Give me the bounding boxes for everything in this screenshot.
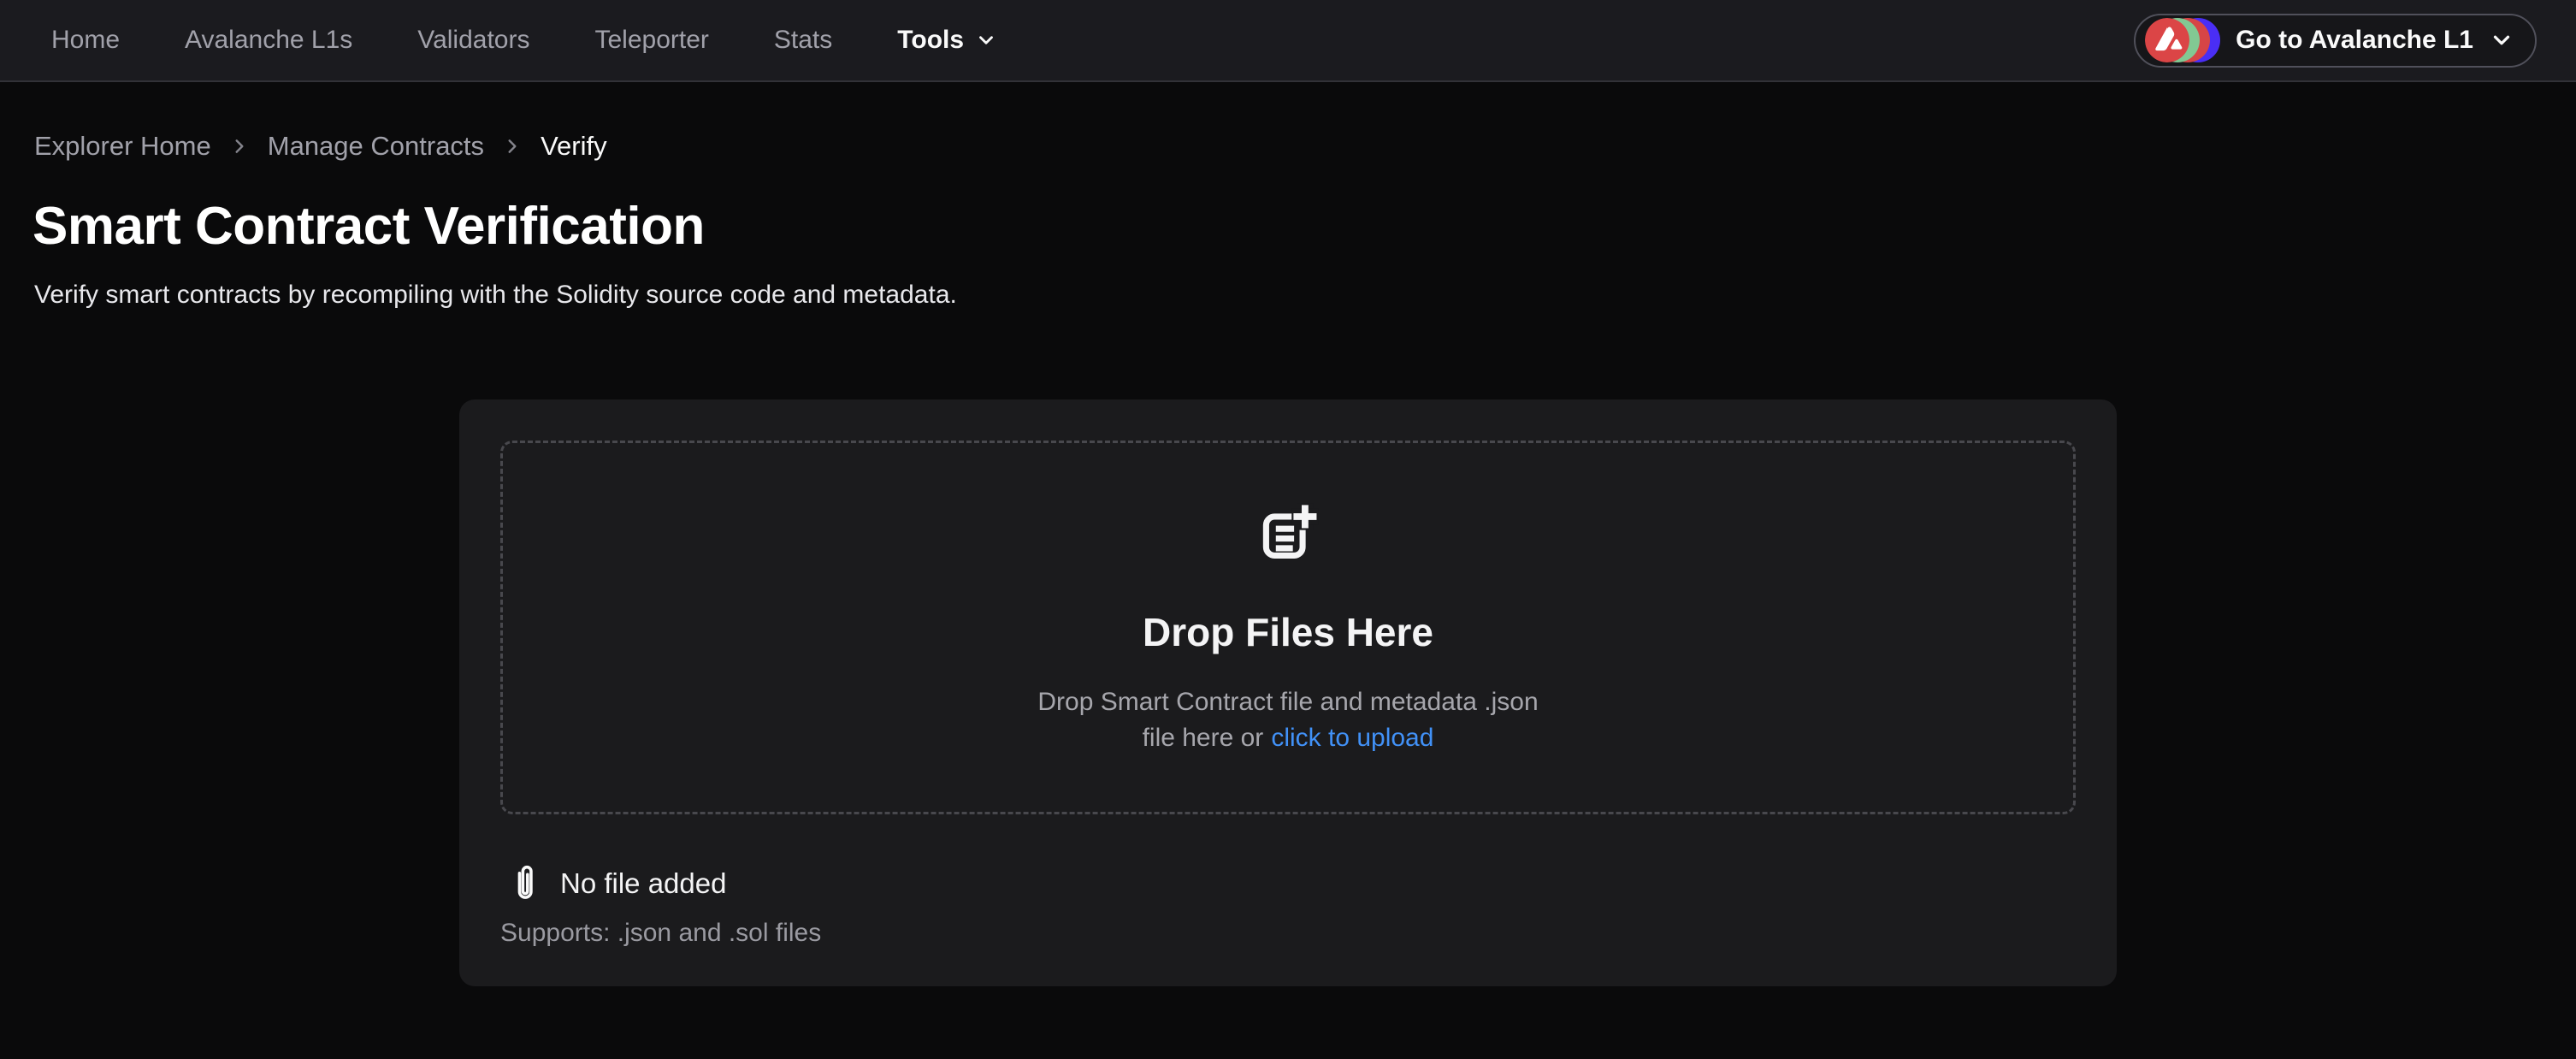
dropzone-description-line2: file here or click to upload: [1143, 720, 1434, 756]
nav-item-avalanche-l1s[interactable]: Avalanche L1s: [185, 26, 352, 55]
chevron-down-icon: [975, 29, 997, 51]
nav-tools-label: Tools: [897, 26, 964, 55]
chevron-right-icon: [503, 137, 522, 156]
dropzone-title: Drop Files Here: [1143, 609, 1433, 655]
nav-item-tools[interactable]: Tools: [897, 26, 997, 55]
chevron-down-icon: [2489, 27, 2514, 53]
supported-formats-text: Supports: .json and .sol files: [500, 919, 2076, 948]
file-status-label: No file added: [560, 867, 726, 900]
nav-item-home[interactable]: Home: [51, 26, 120, 55]
breadcrumb-current-verify: Verify: [541, 131, 607, 162]
breadcrumb-manage-contracts[interactable]: Manage Contracts: [268, 131, 484, 162]
go-to-avalanche-l1-button[interactable]: Go to Avalanche L1: [2134, 14, 2537, 68]
file-plus-icon: [1256, 500, 1320, 563]
page-subtitle: Verify smart contracts by recompiling wi…: [34, 280, 2576, 311]
dropzone-description-line1: Drop Smart Contract file and metadata .j…: [1037, 684, 1538, 720]
dropzone-line2-prefix: file here or: [1143, 720, 1264, 756]
click-to-upload-link[interactable]: click to upload: [1271, 720, 1433, 756]
nav-items: Home Avalanche L1s Validators Teleporter…: [51, 26, 997, 55]
avalanche-logo-stack: [2145, 18, 2220, 62]
nav-item-teleporter[interactable]: Teleporter: [594, 26, 708, 55]
file-dropzone[interactable]: Drop Files Here Drop Smart Contract file…: [500, 441, 2076, 814]
nav-item-validators[interactable]: Validators: [417, 26, 529, 55]
breadcrumb-explorer-home[interactable]: Explorer Home: [34, 131, 211, 162]
avalanche-logo-icon: [2145, 18, 2189, 62]
file-status-row: No file added: [500, 862, 2076, 905]
cta-label: Go to Avalanche L1: [2236, 26, 2473, 55]
paperclip-icon: [512, 862, 538, 905]
top-nav: Home Avalanche L1s Validators Teleporter…: [0, 0, 2576, 82]
nav-item-stats[interactable]: Stats: [774, 26, 832, 55]
verification-card: Drop Files Here Drop Smart Contract file…: [459, 399, 2117, 986]
breadcrumb: Explorer Home Manage Contracts Verify: [34, 131, 2576, 162]
chevron-right-icon: [230, 137, 249, 156]
page-title: Smart Contract Verification: [32, 199, 2576, 254]
